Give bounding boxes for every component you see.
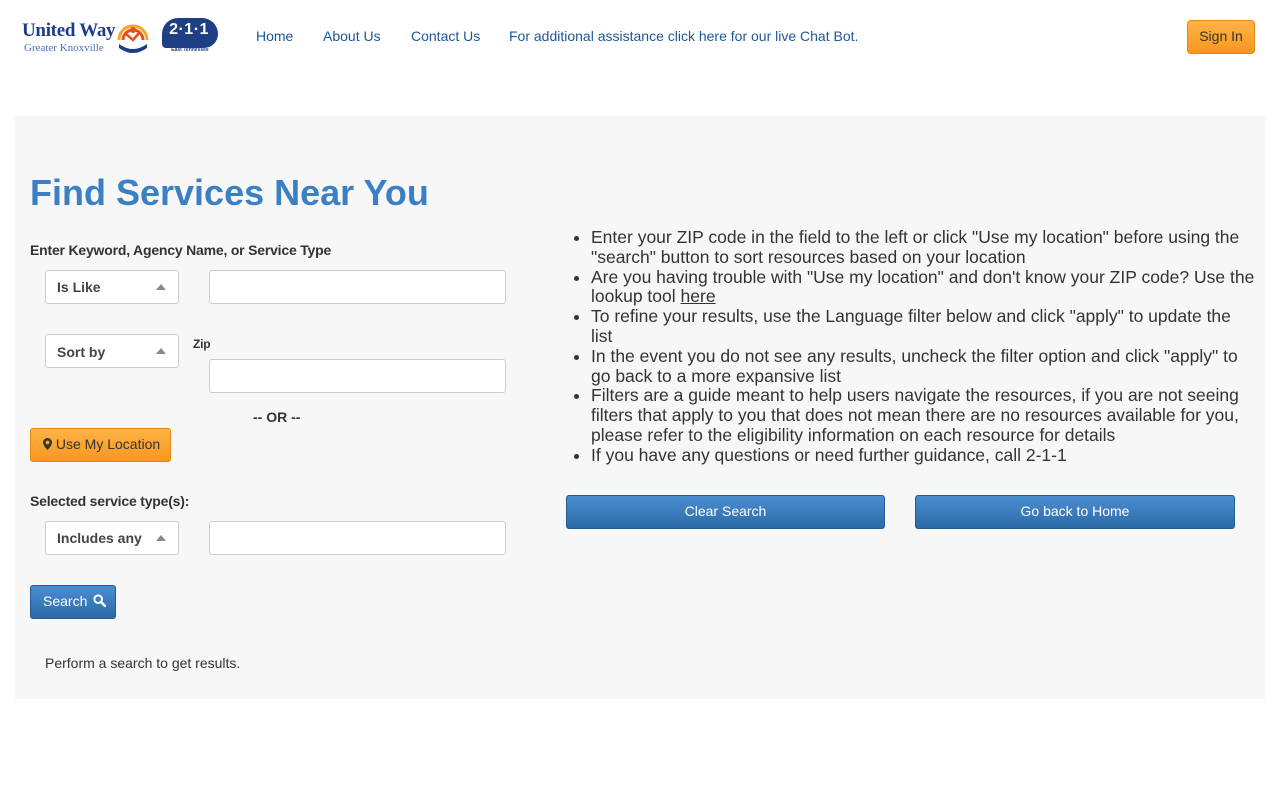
caret-up-icon	[156, 284, 166, 290]
search-button-label: Search	[43, 593, 88, 609]
list-item: Enter your ZIP code in the field to the …	[591, 227, 1256, 268]
sort-select[interactable]: Sort by	[45, 334, 179, 368]
match-type-value: Is Like	[57, 279, 101, 295]
logo-211-number: 2·1·1	[169, 21, 209, 38]
service-match-value: Includes any	[57, 530, 142, 546]
map-marker-icon	[43, 438, 52, 450]
use-my-location-label: Use My Location	[55, 436, 161, 452]
instructions-list: Enter your ZIP code in the field to the …	[566, 227, 1256, 466]
use-my-location-button[interactable]: Use My Location	[30, 428, 171, 462]
clear-search-button[interactable]: Clear Search	[566, 495, 885, 529]
search-button[interactable]: Search	[30, 585, 116, 619]
search-icon	[93, 594, 107, 608]
nav-about-us[interactable]: About Us	[323, 28, 381, 44]
united-way-logo[interactable]: United Way Greater Knoxville	[20, 16, 155, 60]
sort-value: Sort by	[57, 344, 106, 360]
list-item: To refine your results, use the Language…	[591, 306, 1256, 347]
service-type-label: Selected service type(s):	[30, 493, 190, 509]
list-item: Filters are a guide meant to help users …	[591, 385, 1256, 445]
nav-home[interactable]: Home	[256, 28, 293, 44]
zip-input[interactable]	[209, 359, 506, 393]
service-match-select[interactable]: Includes any	[45, 521, 179, 555]
list-item: In the event you do not see any results,…	[591, 346, 1256, 387]
zip-label: Zip	[193, 337, 211, 351]
united-way-hand-icon	[117, 24, 149, 53]
logo-211-region: East Tennessee	[171, 47, 209, 53]
caret-up-icon	[156, 535, 166, 541]
results-message: Perform a search to get results.	[45, 655, 241, 671]
logo-subname: Greater Knoxville	[24, 42, 104, 54]
nav-contact-us[interactable]: Contact Us	[411, 28, 480, 44]
nav-chatbot-link[interactable]: For additional assistance click here for…	[509, 28, 858, 44]
match-type-select[interactable]: Is Like	[45, 270, 179, 304]
page-title: Find Services Near You	[30, 172, 429, 213]
zip-lookup-link[interactable]: here	[681, 286, 716, 306]
service-type-input[interactable]	[209, 521, 506, 555]
sign-in-button[interactable]: Sign In	[1187, 20, 1255, 54]
logo-name: United Way	[22, 20, 116, 41]
list-item: If you have any questions or need furthe…	[591, 445, 1256, 466]
or-divider: -- OR --	[253, 409, 301, 425]
keyword-input[interactable]	[209, 270, 506, 304]
caret-up-icon	[156, 348, 166, 354]
211-logo[interactable]: 2·1·1 East Tennessee	[160, 16, 222, 58]
keyword-label: Enter Keyword, Agency Name, or Service T…	[30, 242, 332, 258]
list-item: Are you having trouble with "Use my loca…	[591, 267, 1256, 308]
go-back-home-button[interactable]: Go back to Home	[915, 495, 1235, 529]
